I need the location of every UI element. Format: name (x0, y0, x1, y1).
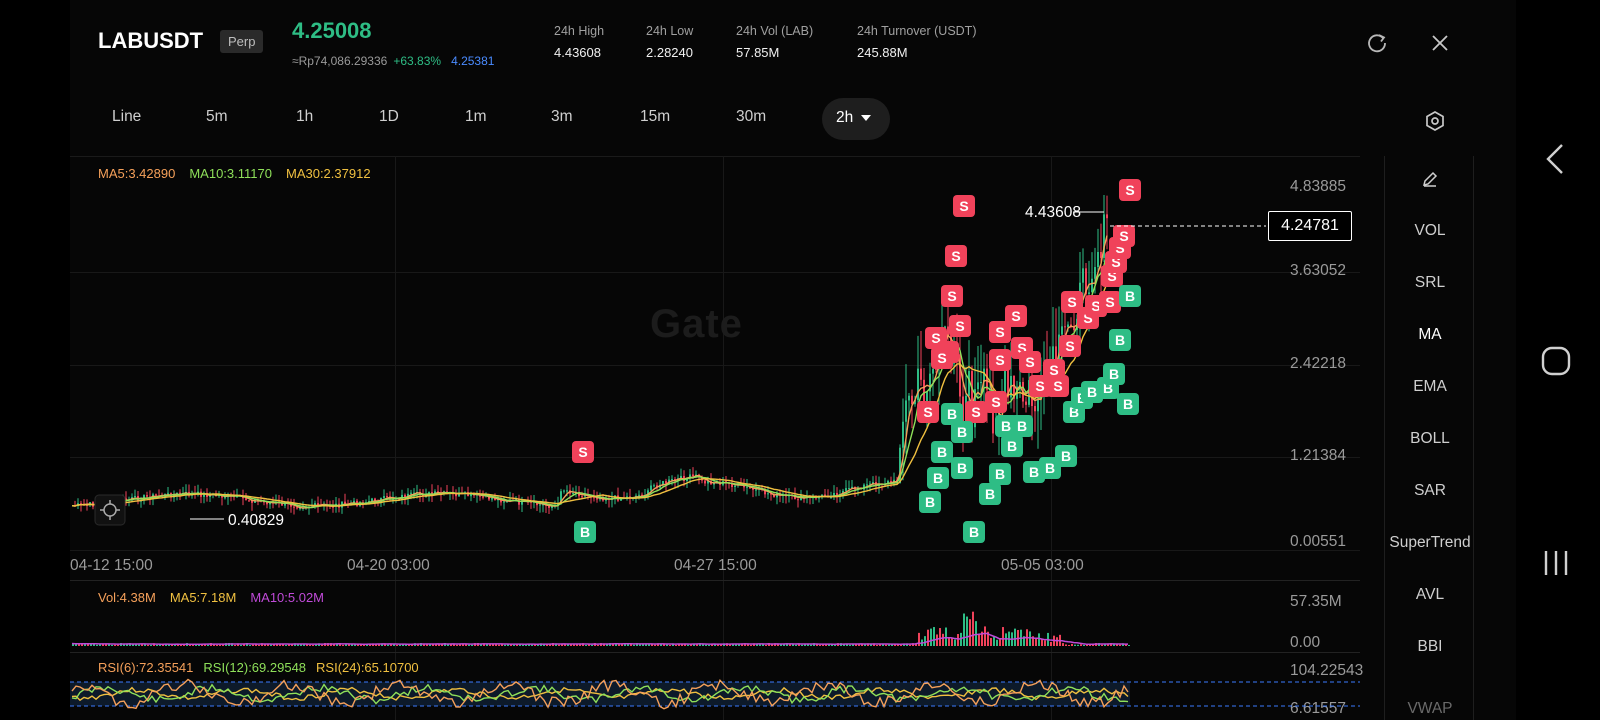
back-icon[interactable] (1544, 142, 1566, 176)
indicator-supertrend[interactable]: SuperTrend (1385, 534, 1475, 552)
recents-icon[interactable] (1543, 549, 1569, 577)
indicator-ma[interactable]: MA (1385, 326, 1475, 344)
indicator-sar[interactable]: SAR (1385, 482, 1475, 500)
indicator-avl[interactable]: AVL (1385, 586, 1475, 604)
home-icon[interactable] (1541, 346, 1571, 376)
pencil-icon[interactable] (1421, 170, 1439, 188)
indicator-bbi[interactable]: BBI (1385, 638, 1475, 656)
indicator-vwap[interactable]: VWAP (1385, 700, 1475, 718)
indicator-menu: VOL SRL MA EMA BOLL SAR SuperTrend AVL B… (1384, 156, 1474, 720)
indicator-boll[interactable]: BOLL (1385, 430, 1475, 448)
indicator-srl[interactable]: SRL (1385, 274, 1475, 292)
indicator-vol[interactable]: VOL (1385, 222, 1475, 240)
rsi-chart (70, 678, 1360, 710)
indicator-ema[interactable]: EMA (1385, 378, 1475, 396)
